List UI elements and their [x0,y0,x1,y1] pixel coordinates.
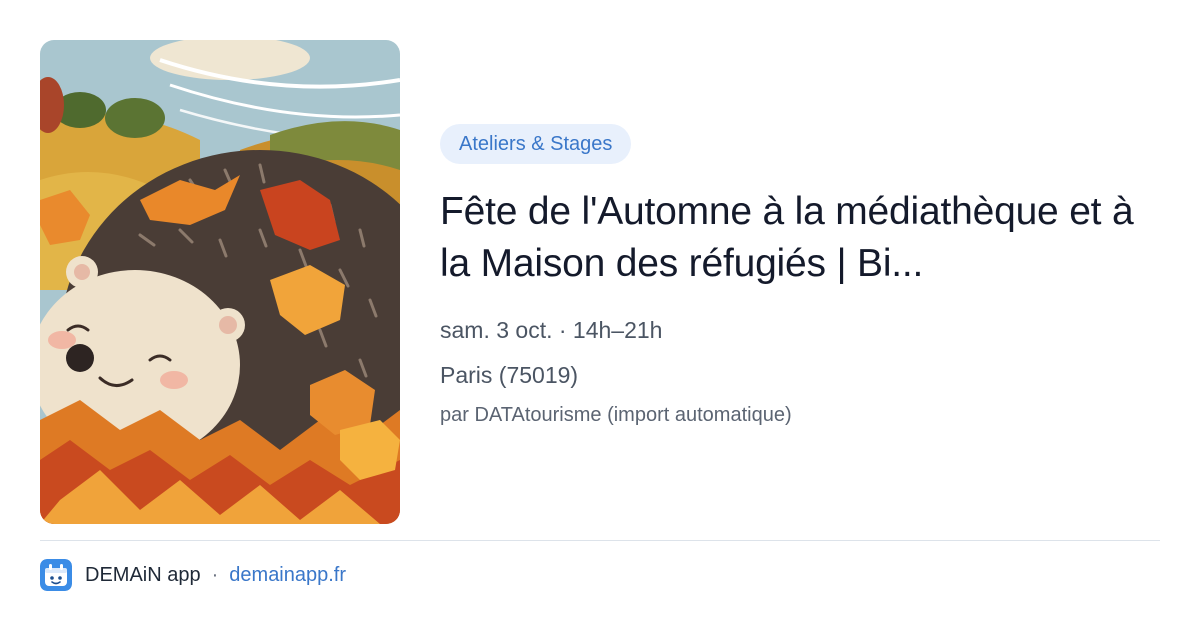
footer-divider [40,540,1160,541]
footer-separator: · [211,563,219,586]
event-location: Paris (75019) [440,362,579,388]
app-domain-link[interactable]: demainapp.fr [229,564,346,587]
app-name: DEMAiN app [85,563,201,586]
event-image[interactable] [40,40,400,524]
hedgehog-autumn-illustration [40,40,400,524]
event-details: Ateliers & Stages Fête de l'Automne à la… [440,124,1170,428]
event-date-time: sam. 3 oct. · 14h–21h [440,317,663,343]
event-title[interactable]: Fête de l'Automne à la médiathèque et à … [440,186,1170,290]
demain-app-logo-icon[interactable] [40,559,72,591]
category-badge[interactable]: Ateliers & Stages [440,124,632,164]
footer: DEMAiN app · demainapp.fr [40,558,346,592]
event-source: par DATAtourisme (import automatique) [440,404,792,426]
